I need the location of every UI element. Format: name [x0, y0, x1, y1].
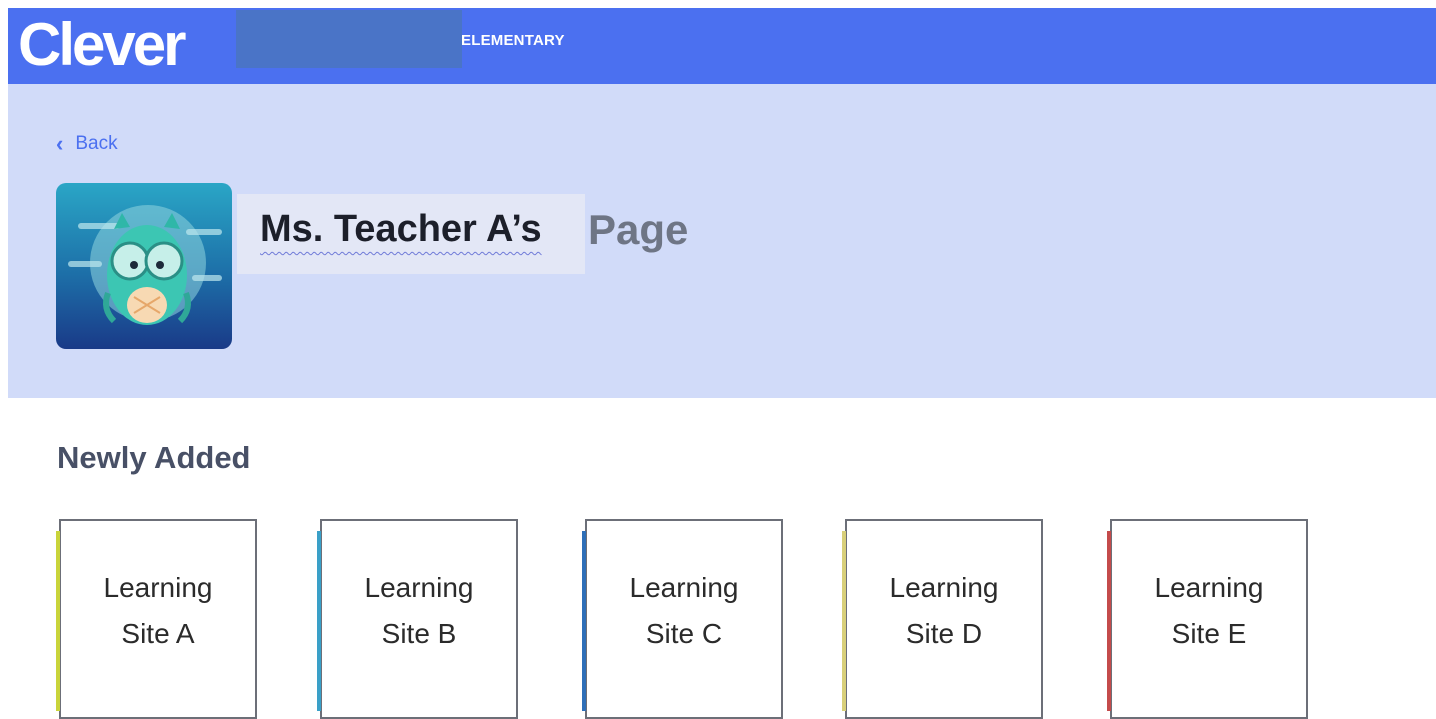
learning-site-card-a[interactable]: Learning Site A	[56, 519, 257, 719]
card-accent-stripe	[1107, 531, 1111, 711]
school-name: ELEMENTARY	[461, 32, 565, 49]
card-accent-stripe	[842, 531, 846, 711]
top-navigation-bar: Clever ELEMENTARY	[8, 8, 1436, 84]
card-label: Learning Site E	[1154, 572, 1264, 649]
clever-logo[interactable]: Clever	[18, 10, 186, 80]
owl-avatar-icon	[56, 183, 232, 349]
learning-site-card-d[interactable]: Learning Site D	[842, 519, 1043, 719]
card-accent-stripe	[56, 531, 60, 711]
back-label: Back	[75, 133, 118, 154]
card-label: Learning Site D	[889, 572, 999, 649]
card-label: Learning Site B	[364, 572, 474, 649]
learning-site-card-b[interactable]: Learning Site B	[317, 519, 518, 719]
card-accent-stripe	[582, 531, 586, 711]
card-accent-stripe	[317, 531, 321, 711]
card-label: Learning Site A	[103, 572, 213, 649]
redacted-school-name	[236, 10, 462, 68]
card-label: Learning Site C	[629, 572, 739, 649]
page-title-suffix: Page	[588, 206, 689, 253]
teacher-name: Ms. Teacher A’s	[260, 208, 542, 250]
learning-site-card-c[interactable]: Learning Site C	[582, 519, 783, 719]
learning-site-card-e[interactable]: Learning Site E	[1107, 519, 1308, 719]
back-link[interactable]: ‹ Back	[56, 133, 118, 155]
chevron-left-icon: ‹	[56, 131, 64, 156]
newly-added-heading: Newly Added	[57, 440, 251, 475]
